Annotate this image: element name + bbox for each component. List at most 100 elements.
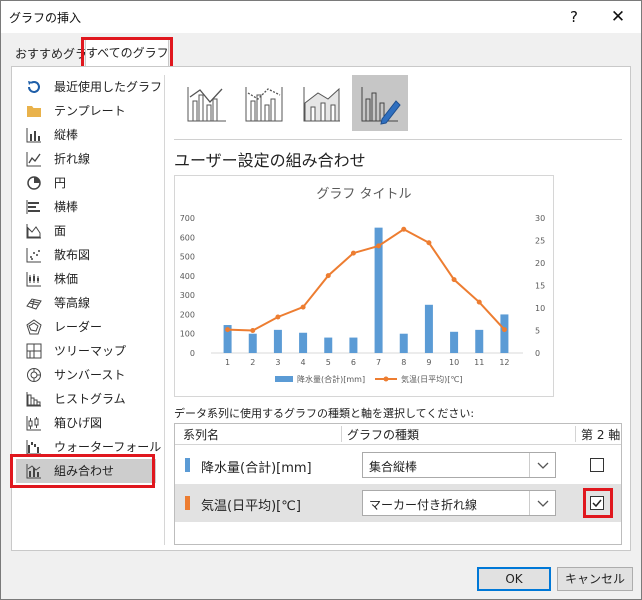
ok-button[interactable]: OK	[477, 567, 551, 591]
radar-chart-icon	[26, 319, 42, 335]
sidebar-item-label: 縦棒	[54, 128, 79, 142]
x-tick-label: 11	[474, 358, 484, 367]
series-name: 降水量(合計)[mm]	[201, 461, 312, 476]
line-marker	[250, 328, 256, 333]
dropdown-value: 集合縦棒	[369, 460, 418, 474]
bar	[500, 314, 509, 353]
series-table: 系列名 グラフの種類 第 2 軸 降水量(合計)[mm] 集合縦棒 気温(日平均…	[174, 423, 622, 545]
subtype-clustered-column-line[interactable]	[178, 75, 234, 131]
y-tick-label: 400	[180, 272, 195, 281]
y2-tick-label: 0	[535, 349, 540, 358]
combo-chart-icon	[26, 464, 41, 479]
sidebar-item-label: サンバースト	[54, 368, 126, 382]
sidebar-item-label: 株価	[54, 272, 79, 286]
sidebar-item-stock[interactable]: 株価	[16, 267, 156, 291]
sidebar-item-label: 最近使用したグラフ	[54, 80, 163, 94]
y-tick-label: 300	[180, 291, 195, 300]
chevron-down-icon[interactable]	[529, 491, 555, 515]
x-tick-label: 6	[351, 358, 356, 367]
y2-tick-label: 25	[535, 237, 545, 246]
legend-label: 降水量(合計)[mm]	[297, 374, 365, 384]
sidebar-item-sunburst[interactable]: サンバースト	[16, 363, 156, 387]
legend-line-marker	[383, 376, 389, 382]
x-tick-label: 2	[250, 358, 255, 367]
secondary-axis-checkbox[interactable]	[590, 496, 604, 510]
subtype-divider	[174, 139, 622, 140]
line-marker	[300, 304, 306, 310]
checkmark-icon	[592, 499, 602, 508]
tab-recommended[interactable]: おすすめグラフ	[9, 43, 85, 67]
sidebar-item-combo[interactable]: 組み合わせ	[16, 459, 156, 483]
subtype-custom-combination[interactable]	[352, 75, 408, 131]
tab-all-charts[interactable]: すべてのグラフ	[85, 39, 169, 67]
insert-chart-dialog: グラフの挿入 ? ✕ おすすめグラフ すべてのグラフ 最近使用したグラフ テンプ…	[0, 0, 642, 600]
sidebar-item-templates[interactable]: テンプレート	[16, 99, 156, 123]
series-color-swatch	[185, 496, 190, 510]
sidebar-item-radar[interactable]: レーダー	[16, 315, 156, 339]
secondary-axis-checkbox[interactable]	[590, 458, 604, 472]
subtype-stacked-area-column[interactable]	[294, 75, 350, 131]
x-tick-label: 12	[499, 358, 509, 367]
sidebar-item-bar[interactable]: 横棒	[16, 195, 156, 219]
chart-panel: 最近使用したグラフ テンプレート 縦棒 折れ線 円 横棒 面 散布図 株価 等高…	[10, 66, 631, 551]
chart-type-dropdown[interactable]: マーカー付き折れ線	[362, 490, 556, 516]
combo-column-line-icon	[187, 87, 226, 122]
dialog-title: グラフの挿入	[9, 11, 82, 25]
bar-chart-icon	[26, 200, 40, 214]
sidebar-item-label: 散布図	[54, 248, 91, 262]
sidebar-item-column[interactable]: 縦棒	[16, 123, 156, 147]
sidebar-item-histogram[interactable]: ヒストグラム	[16, 387, 156, 411]
sidebar-item-waterfall[interactable]: ウォーターフォール	[16, 435, 161, 459]
tab-strip: おすすめグラフ すべてのグラフ	[1, 33, 641, 69]
header-series-name: 系列名	[183, 428, 220, 442]
y-tick-label: 500	[180, 253, 195, 262]
sidebar-item-line[interactable]: 折れ線	[16, 147, 156, 171]
chart-type-dropdown[interactable]: 集合縦棒	[362, 452, 556, 478]
boxwhisker-chart-icon	[26, 416, 41, 431]
x-tick-label: 7	[376, 358, 381, 367]
waterfall-chart-icon	[26, 440, 41, 455]
cancel-button[interactable]: キャンセル	[557, 567, 633, 591]
sidebar-item-scatter[interactable]: 散布図	[16, 243, 156, 267]
subtype-column-line-secondary[interactable]	[236, 75, 292, 131]
line-marker	[275, 314, 281, 320]
sidebar-item-recent[interactable]: 最近使用したグラフ	[16, 75, 162, 99]
y-tick-label: 600	[180, 233, 195, 242]
title-bar: グラフの挿入 ? ✕	[1, 1, 641, 33]
bar	[424, 304, 433, 353]
help-button[interactable]: ?	[561, 5, 587, 29]
sidebar-item-pie[interactable]: 円	[16, 171, 156, 195]
chart-subtype-gallery	[174, 75, 414, 133]
sidebar-item-label: 箱ひげ図	[54, 416, 103, 430]
header-separator	[341, 426, 342, 442]
series-row-precipitation: 降水量(合計)[mm] 集合縦棒	[175, 446, 621, 484]
x-tick-label: 4	[301, 358, 306, 367]
line-marker	[401, 226, 407, 232]
sidebar-item-boxwhisker[interactable]: 箱ひげ図	[16, 411, 156, 435]
chevron-down-icon[interactable]	[529, 453, 555, 477]
sidebar-item-area[interactable]: 面	[16, 219, 156, 243]
y-tick-label: 100	[180, 330, 195, 339]
scatter-chart-icon	[26, 248, 41, 263]
x-tick-label: 1	[225, 358, 230, 367]
sidebar-item-treemap[interactable]: ツリーマップ	[16, 339, 156, 363]
sidebar-item-surface[interactable]: 等高線	[16, 291, 156, 315]
close-button[interactable]: ✕	[599, 3, 637, 31]
bar	[299, 332, 308, 353]
x-tick-label: 8	[401, 358, 406, 367]
x-tick-label: 3	[275, 358, 280, 367]
y-tick-label: 0	[190, 349, 195, 358]
recent-icon	[28, 81, 40, 93]
y2-tick-label: 30	[535, 214, 545, 223]
sidebar-item-label: ヒストグラム	[54, 392, 126, 406]
section-title: ユーザー設定の組み合わせ	[174, 151, 366, 170]
instruction-text: データ系列に使用するグラフの種類と軸を選択してください:	[174, 407, 475, 420]
legend-bar-swatch	[275, 376, 293, 382]
sidebar-divider	[164, 75, 165, 545]
sidebar-item-label: テンプレート	[54, 104, 126, 118]
bar	[475, 329, 484, 353]
combo-column-line-secondary-icon	[245, 87, 283, 122]
y2-tick-label: 15	[535, 282, 545, 291]
dropdown-value: マーカー付き折れ線	[369, 498, 478, 512]
x-tick-label: 10	[449, 358, 459, 367]
